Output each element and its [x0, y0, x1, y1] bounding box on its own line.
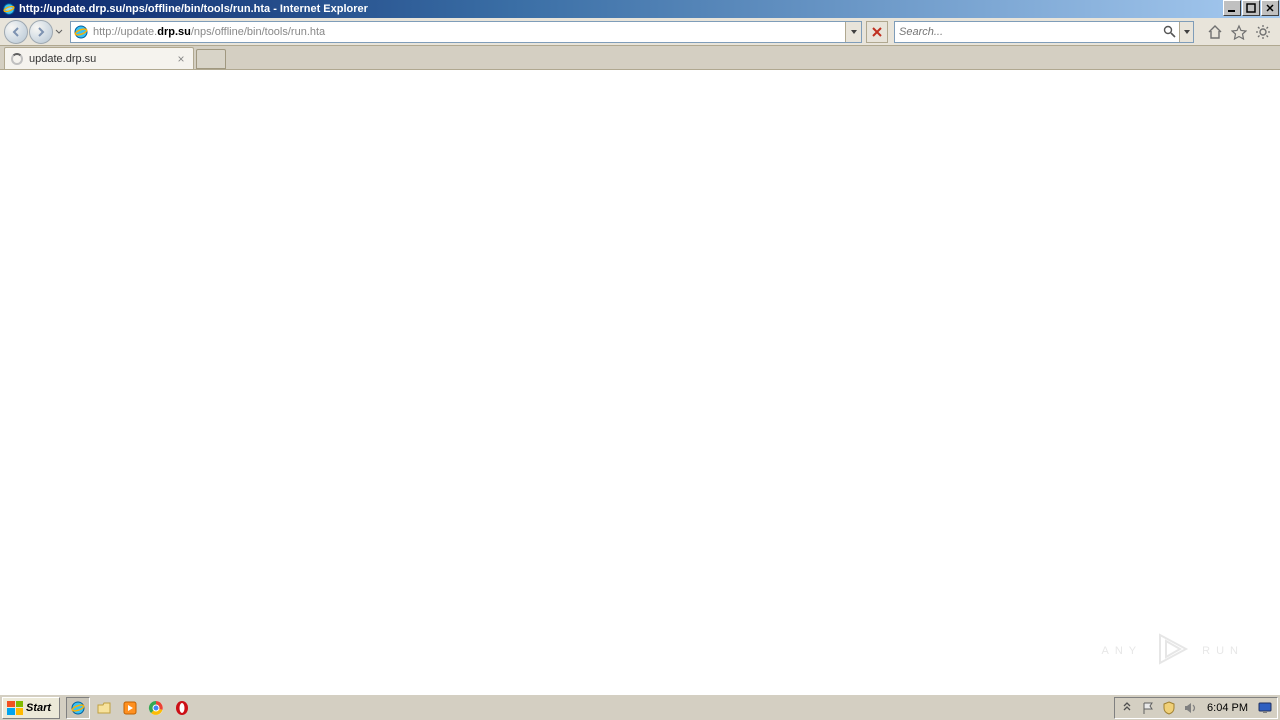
- browser-toolbar: http://update.drp.su/nps/offline/bin/too…: [0, 18, 1280, 46]
- url-prefix: http://update.: [93, 26, 157, 38]
- browser-tab[interactable]: update.drp.su ×: [4, 47, 194, 69]
- taskbar-opera-button[interactable]: [170, 697, 194, 719]
- watermark-right: RUN: [1202, 645, 1244, 657]
- stop-button[interactable]: [866, 21, 888, 43]
- tray-flag-icon[interactable]: [1140, 700, 1156, 716]
- page-icon: [71, 24, 91, 40]
- close-button[interactable]: [1261, 0, 1279, 16]
- favorites-button[interactable]: [1230, 23, 1248, 41]
- taskbar: Start 6:04 PM: [0, 694, 1280, 720]
- search-provider-dropdown[interactable]: [1179, 22, 1193, 42]
- address-text[interactable]: http://update.drp.su/nps/offline/bin/too…: [91, 26, 845, 38]
- search-input[interactable]: [895, 22, 1159, 42]
- tray-expand-icon[interactable]: [1119, 700, 1135, 716]
- window-titlebar: http://update.drp.su/nps/offline/bin/too…: [0, 0, 1280, 18]
- tray-security-icon[interactable]: [1161, 700, 1177, 716]
- window-controls: [1223, 0, 1280, 18]
- page-content: ANY RUN: [0, 70, 1280, 694]
- quick-launch: [66, 695, 194, 720]
- system-tray: 6:04 PM: [1114, 697, 1278, 719]
- nav-buttons: [4, 20, 64, 44]
- start-label: Start: [26, 702, 51, 714]
- watermark-left: ANY: [1102, 645, 1143, 657]
- tools-button[interactable]: [1254, 23, 1272, 41]
- play-icon: [1150, 627, 1194, 674]
- window-title: http://update.drp.su/nps/offline/bin/too…: [19, 3, 1223, 15]
- toolbar-right-icons: [1206, 23, 1272, 41]
- tab-close-button[interactable]: ×: [175, 53, 187, 65]
- new-tab-button[interactable]: [196, 49, 226, 69]
- tab-bar: update.drp.su ×: [0, 46, 1280, 70]
- taskbar-mediaplayer-button[interactable]: [118, 697, 142, 719]
- loading-spinner-icon: [11, 53, 23, 65]
- nav-history-dropdown[interactable]: [54, 28, 64, 36]
- tray-volume-icon[interactable]: [1182, 700, 1198, 716]
- taskbar-chrome-button[interactable]: [144, 697, 168, 719]
- forward-button[interactable]: [29, 20, 53, 44]
- start-button[interactable]: Start: [2, 697, 60, 719]
- tray-monitor-icon[interactable]: [1257, 700, 1273, 716]
- ie-logo-icon: [2, 2, 16, 16]
- tab-label: update.drp.su: [29, 53, 169, 65]
- search-bar[interactable]: [894, 21, 1194, 43]
- search-button[interactable]: [1159, 22, 1179, 42]
- home-button[interactable]: [1206, 23, 1224, 41]
- url-path: /nps/offline/bin/tools/run.hta: [191, 26, 325, 38]
- url-host: drp.su: [157, 26, 191, 38]
- back-button[interactable]: [4, 20, 28, 44]
- taskbar-clock[interactable]: 6:04 PM: [1203, 702, 1252, 714]
- windows-logo-icon: [7, 701, 23, 715]
- taskbar-explorer-button[interactable]: [92, 697, 116, 719]
- watermark: ANY RUN: [1102, 627, 1244, 674]
- minimize-button[interactable]: [1223, 0, 1241, 16]
- address-bar[interactable]: http://update.drp.su/nps/offline/bin/too…: [70, 21, 862, 43]
- maximize-button[interactable]: [1242, 0, 1260, 16]
- taskbar-ie-button[interactable]: [66, 697, 90, 719]
- address-dropdown[interactable]: [845, 22, 861, 42]
